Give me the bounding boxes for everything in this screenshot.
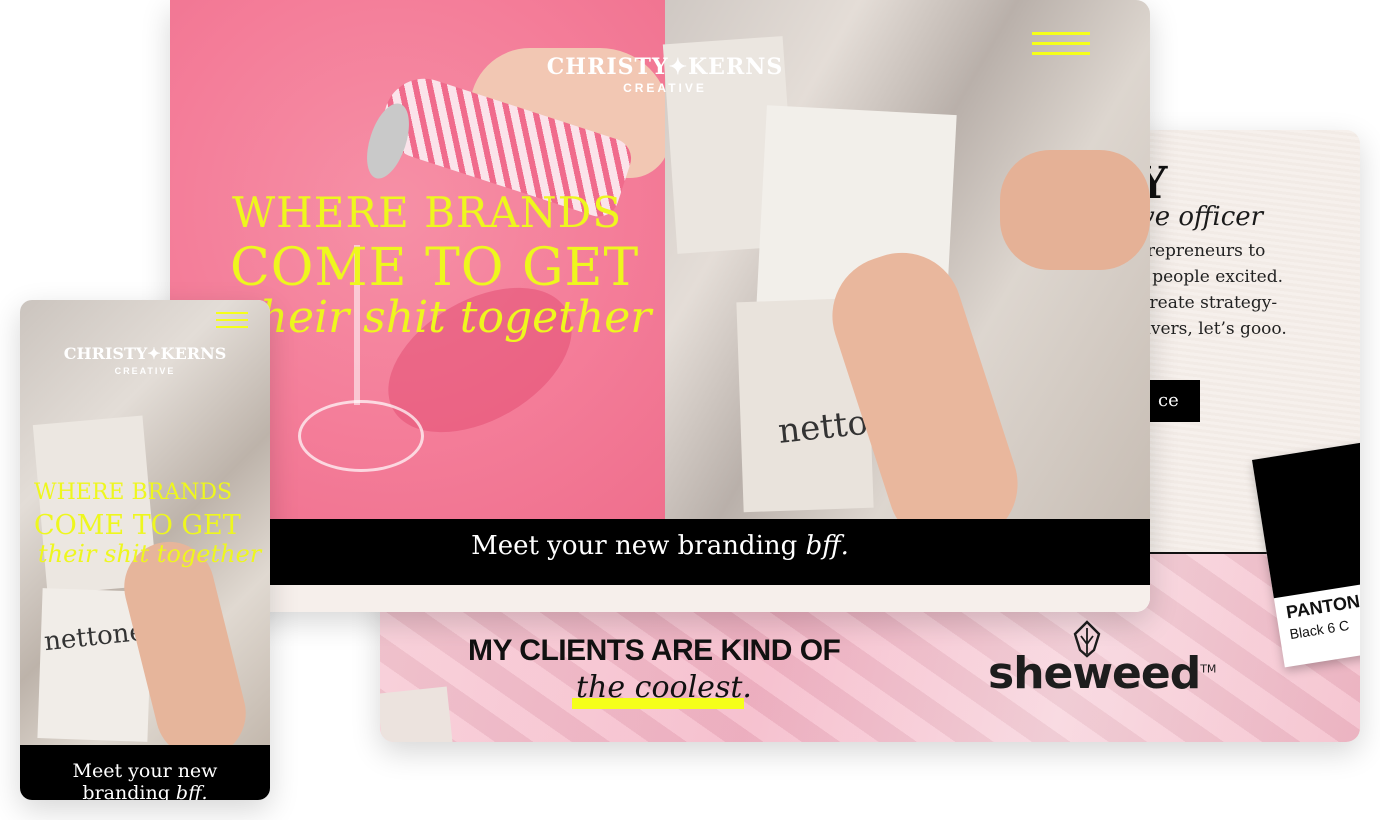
- photo-glass-base: [298, 400, 424, 472]
- hero-heading-line1: WHERE BRANDS: [34, 480, 233, 505]
- desktop-homepage-card: nettone CHRISTY✦KERNS CREATIVE WHERE BRA…: [170, 0, 1150, 612]
- brand-logo[interactable]: CHRISTY✦KERNS: [20, 344, 270, 363]
- hero-heading-line2: COME TO GET: [34, 510, 241, 541]
- menu-line: [1032, 52, 1090, 55]
- brand-logo[interactable]: CHRISTY✦KERNS: [170, 54, 1150, 80]
- tagline-line1: Meet your new: [72, 760, 218, 782]
- hero-heading-line3: their shit together: [38, 540, 262, 568]
- hamburger-menu-icon[interactable]: [1032, 32, 1090, 56]
- menu-line: [1032, 42, 1090, 45]
- client-logo-text: sheweed: [988, 648, 1201, 699]
- photo-hand: [1000, 150, 1150, 270]
- about-paragraph-line: livers, let’s gooo.: [1140, 319, 1287, 339]
- about-paragraph-line: t people excited.: [1140, 267, 1283, 287]
- tagline: Meet your new branding bff.: [170, 531, 1150, 561]
- menu-line: [1032, 32, 1090, 35]
- about-paragraph-line: create strategy-: [1140, 293, 1278, 313]
- hero-heading-line3: their shit together: [242, 292, 652, 343]
- hero-heading-line1: WHERE BRANDS: [232, 188, 623, 237]
- menu-line: [216, 312, 248, 314]
- clients-subheading: the coolest.: [576, 670, 752, 705]
- about-paragraph-line: trepreneurs to: [1140, 241, 1266, 261]
- trademark: TM: [1200, 662, 1217, 676]
- client-logo-sheweed: sheweedTM: [988, 648, 1216, 699]
- tagline-italic: bff.: [805, 531, 849, 561]
- tagline-line2: branding bff.: [20, 782, 270, 800]
- hero-heading-line2: COME TO GET: [230, 238, 640, 298]
- mobile-homepage-card: nettone CHRISTY✦KERNS CREATIVE WHERE BRA…: [20, 300, 270, 800]
- tagline-text: branding: [82, 782, 176, 800]
- about-cta-label: ce: [1158, 390, 1179, 411]
- hamburger-menu-icon[interactable]: [216, 312, 248, 328]
- menu-line: [216, 319, 248, 321]
- tagline-text: Meet your new branding: [471, 531, 806, 561]
- pantone-brand: PANTON: [1284, 591, 1360, 623]
- brand-logo-sub: CREATIVE: [623, 81, 707, 95]
- about-role: ve officer: [1140, 202, 1264, 232]
- about-paragraph: trepreneurs to t people excited. create …: [1140, 238, 1320, 342]
- tagline-italic: bff.: [175, 782, 208, 800]
- brand-logo-sub: CREATIVE: [114, 366, 176, 376]
- paper-scrap: [380, 686, 453, 742]
- card-footer-strip: [170, 585, 1150, 612]
- menu-line: [216, 326, 248, 328]
- clients-heading: MY CLIENTS ARE KIND OF: [468, 634, 841, 667]
